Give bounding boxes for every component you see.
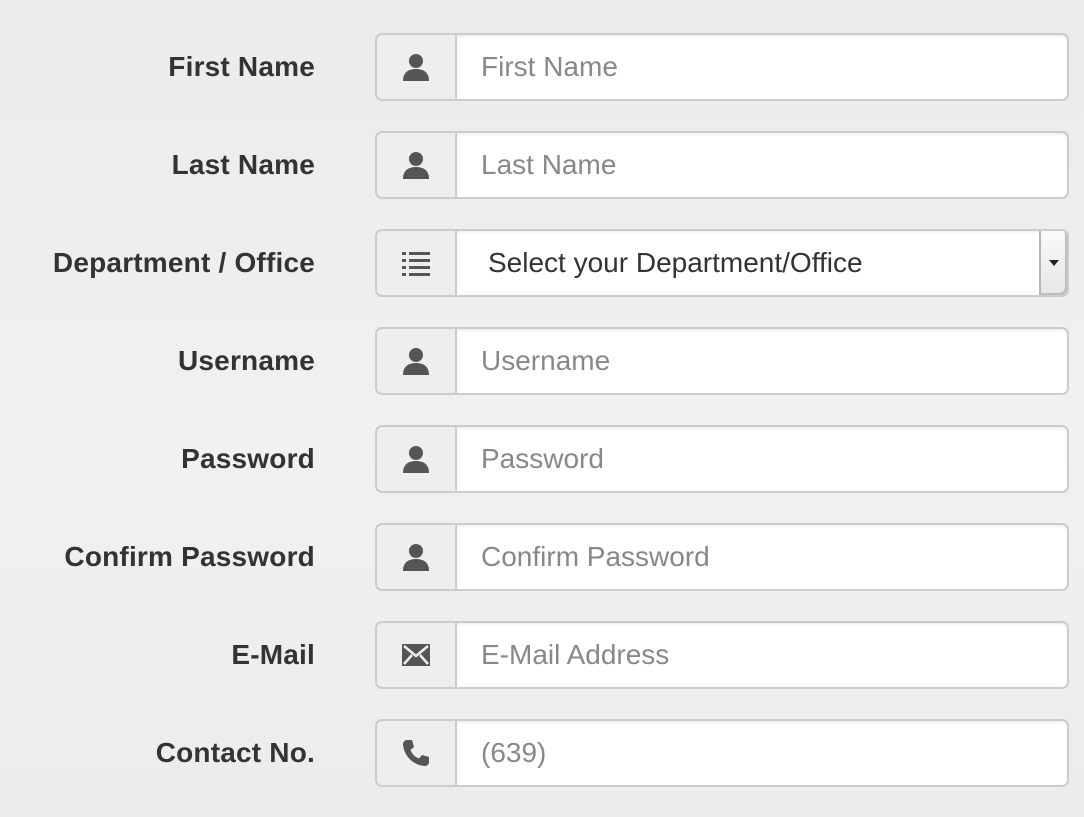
- contact-row: Contact No.: [0, 719, 1084, 787]
- first-name-label: First Name: [168, 51, 315, 82]
- caret-down-icon: [1049, 260, 1059, 266]
- phone-icon: [375, 719, 455, 787]
- registration-form: First Name Last Name Department / Office: [0, 33, 1084, 817]
- first-name-input-group: [375, 33, 1069, 101]
- contact-number-input[interactable]: [455, 719, 1069, 787]
- username-row: Username: [0, 327, 1084, 395]
- department-label: Department / Office: [52, 247, 315, 278]
- user-icon: [375, 523, 455, 591]
- email-row: E-Mail: [0, 621, 1084, 689]
- confirm-password-input[interactable]: [455, 523, 1069, 591]
- user-icon: [375, 425, 455, 493]
- last-name-label: Last Name: [171, 149, 315, 180]
- first-name-input[interactable]: [455, 33, 1069, 101]
- username-input-group: [375, 327, 1069, 395]
- dropdown-arrow-button[interactable]: [1039, 231, 1067, 295]
- email-label: E-Mail: [231, 639, 315, 670]
- user-icon: [375, 131, 455, 199]
- email-input-group: [375, 621, 1069, 689]
- department-row: Department / Office Select your Departme…: [0, 229, 1084, 297]
- list-icon: [375, 229, 455, 297]
- first-name-row: First Name: [0, 33, 1084, 101]
- email-input[interactable]: [455, 621, 1069, 689]
- envelope-icon: [375, 621, 455, 689]
- last-name-input-group: [375, 131, 1069, 199]
- password-label: Password: [181, 443, 315, 474]
- confirm-password-label: Confirm Password: [64, 541, 315, 572]
- last-name-row: Last Name: [0, 131, 1084, 199]
- contact-input-group: [375, 719, 1069, 787]
- password-row: Password: [0, 425, 1084, 493]
- contact-label: Contact No.: [155, 737, 315, 768]
- department-select-value: Select your Department/Office: [488, 247, 863, 278]
- user-icon: [375, 33, 455, 101]
- password-input-group: [375, 425, 1069, 493]
- username-label: Username: [177, 345, 315, 376]
- department-input-group: Select your Department/Office: [375, 229, 1069, 297]
- last-name-input[interactable]: [455, 131, 1069, 199]
- confirm-password-row: Confirm Password: [0, 523, 1084, 591]
- user-icon: [375, 327, 455, 395]
- confirm-password-input-group: [375, 523, 1069, 591]
- department-select[interactable]: Select your Department/Office: [455, 229, 1069, 297]
- password-input[interactable]: [455, 425, 1069, 493]
- username-input[interactable]: [455, 327, 1069, 395]
